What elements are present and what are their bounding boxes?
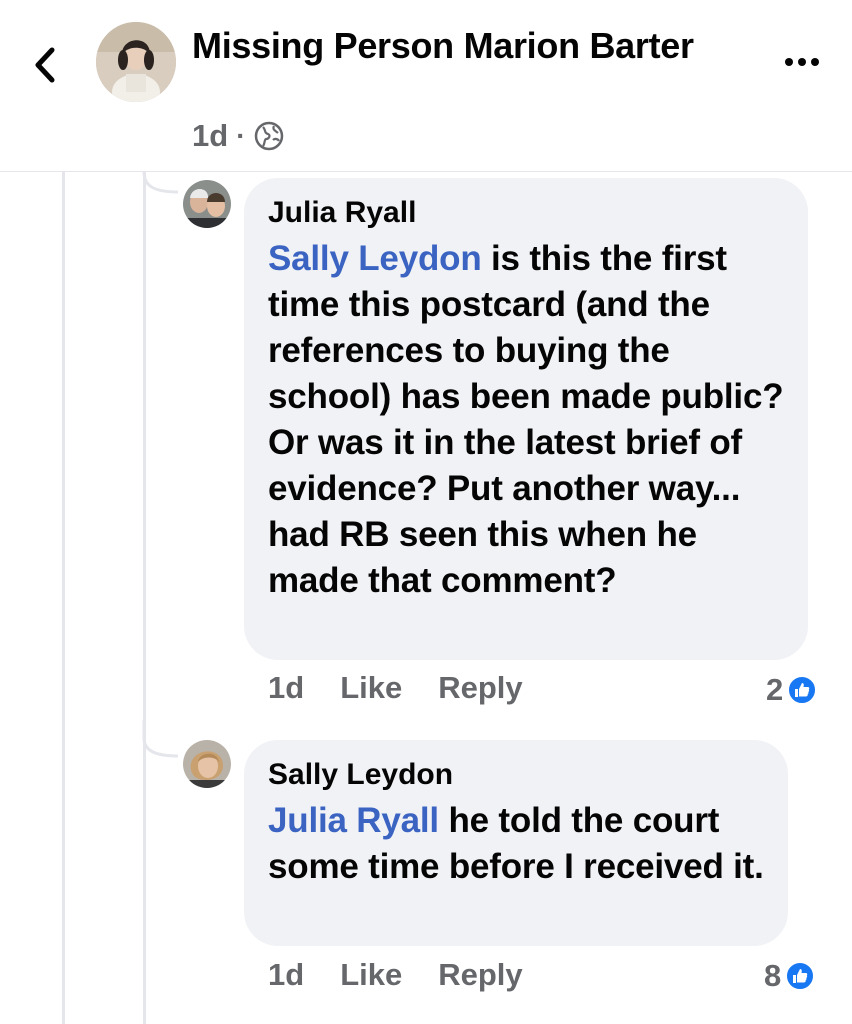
post-meta: 1d · <box>192 118 284 154</box>
post-header: Missing Person Marion Barter 1d · <box>0 0 852 172</box>
comment-author[interactable]: Sally Leydon <box>268 758 764 792</box>
reply-connector <box>142 172 179 194</box>
comment-time[interactable]: 1d <box>268 957 304 993</box>
globe-icon <box>254 121 283 151</box>
reaction-number: 8 <box>764 958 782 993</box>
like-button[interactable]: Like <box>340 957 402 993</box>
reply-button[interactable]: Reply <box>438 957 522 993</box>
comment-text: Julia Ryall he told the court some time … <box>268 798 764 890</box>
reaction-count[interactable]: 2 <box>766 672 818 708</box>
avatar[interactable] <box>183 180 231 228</box>
comment-body: is this the first time this postcard (an… <box>268 239 784 600</box>
page-avatar[interactable] <box>96 22 176 102</box>
comment-bubble: Julia Ryall Sally Leydon is this the fir… <box>244 178 808 660</box>
like-reaction-icon <box>787 675 818 705</box>
more-horizontal-icon <box>785 58 819 66</box>
mention-link[interactable]: Sally Leydon <box>268 239 482 278</box>
comment-text: Sally Leydon is this the first time this… <box>268 236 784 604</box>
like-reaction-icon <box>785 961 816 991</box>
chevron-left-icon <box>35 47 55 83</box>
comment-actions: 1d Like Reply <box>268 957 523 993</box>
thread-line-outer <box>62 172 65 1024</box>
comment-time[interactable]: 1d <box>268 670 304 706</box>
page-title[interactable]: Missing Person Marion Barter <box>192 24 712 68</box>
meta-separator: · <box>236 120 246 151</box>
reply-button[interactable]: Reply <box>438 670 522 706</box>
back-button[interactable] <box>26 40 66 90</box>
like-button[interactable]: Like <box>340 670 402 706</box>
reaction-count[interactable]: 8 <box>764 958 816 994</box>
thread-line-inner <box>143 172 146 1024</box>
avatar[interactable] <box>183 740 231 788</box>
comment-bubble: Sally Leydon Julia Ryall he told the cou… <box>244 740 788 946</box>
comment-actions: 1d Like Reply <box>268 670 523 706</box>
more-options-button[interactable] <box>782 50 822 74</box>
reaction-number: 2 <box>766 672 784 707</box>
comment-author[interactable]: Julia Ryall <box>268 196 784 230</box>
reply-connector <box>142 720 179 758</box>
post-time[interactable]: 1d <box>192 118 228 154</box>
mention-link[interactable]: Julia Ryall <box>268 801 439 840</box>
